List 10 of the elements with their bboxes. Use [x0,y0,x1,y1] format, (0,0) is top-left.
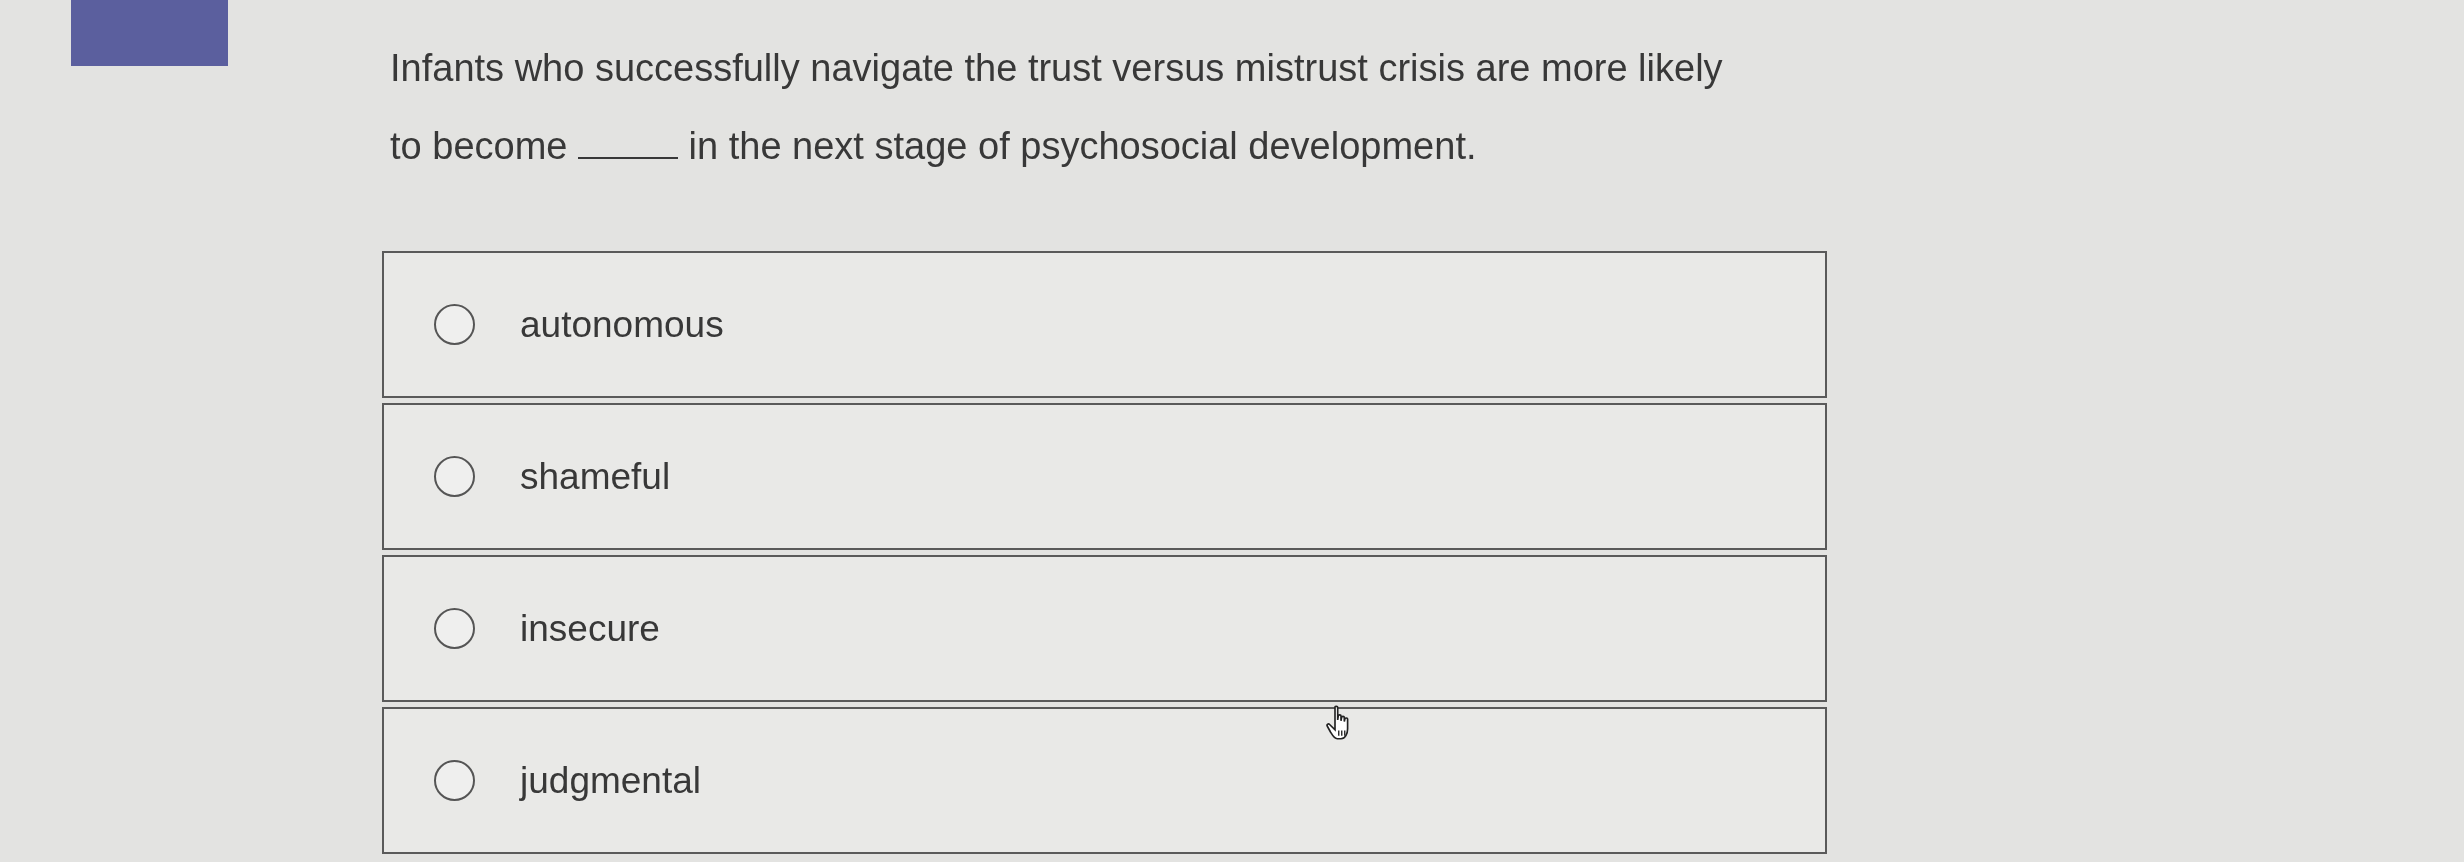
question-text: Infants who successfully navigate the trust versus mistrust crisis are more likely to become in the next stage of psychosocial development. [390,46,1724,169]
answer-option[interactable]: shameful [382,403,1827,550]
radio-button[interactable] [434,304,475,345]
answer-option[interactable]: insecure [382,555,1827,702]
radio-button[interactable] [434,760,475,801]
radio-button[interactable] [434,456,475,497]
answer-option[interactable]: autonomous [382,251,1827,398]
radio-button[interactable] [434,608,475,649]
answer-option[interactable]: judgmental [382,707,1827,854]
fill-in-line[interactable] [578,155,678,159]
